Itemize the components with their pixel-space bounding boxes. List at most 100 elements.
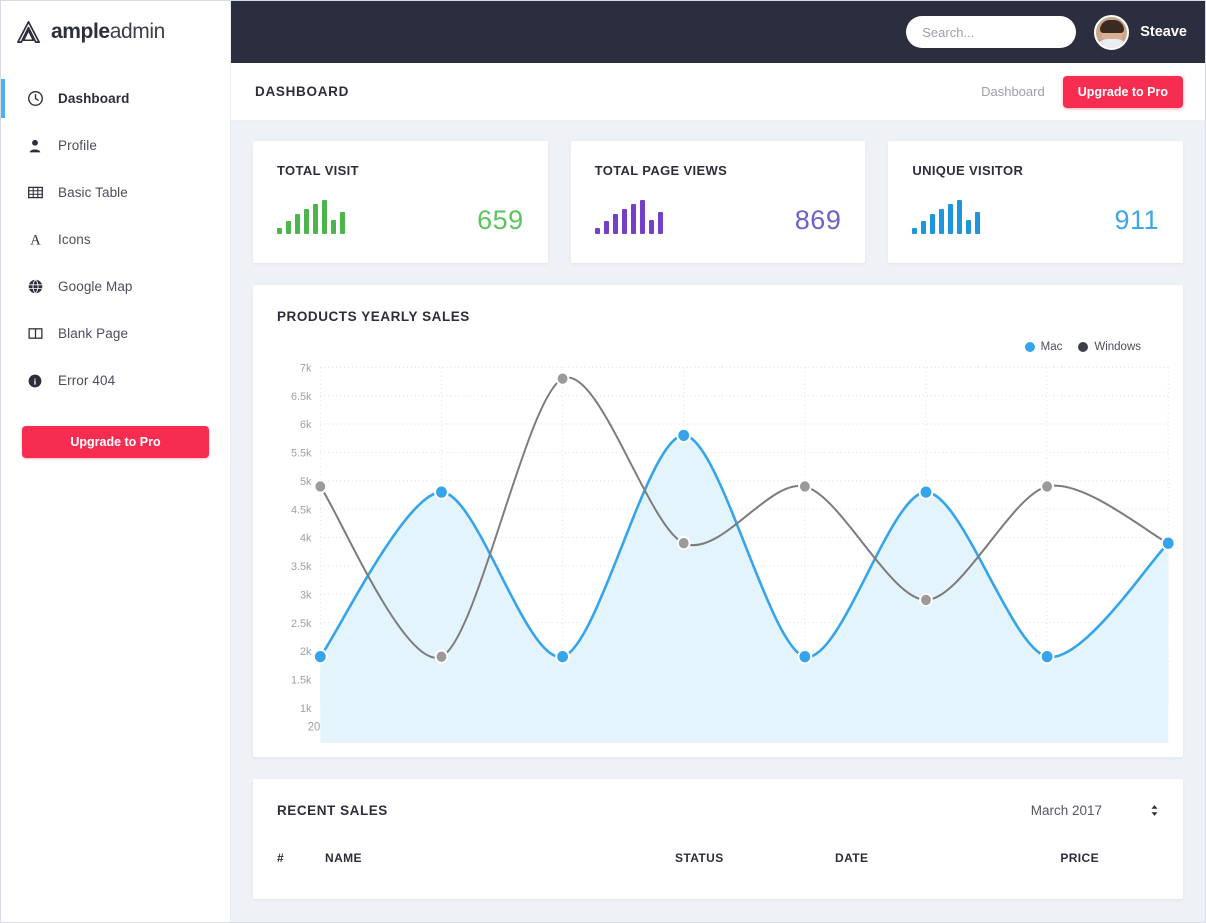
page-header: DASHBOARD Dashboard Upgrade to Pro — [231, 63, 1205, 121]
avatar — [1094, 14, 1130, 50]
sidebar-upgrade-to-pro-button[interactable]: Upgrade to Pro — [22, 426, 209, 458]
sidebar: ampleadmin Dashboard Profile Basic Table… — [1, 1, 231, 922]
svg-text:1.5k: 1.5k — [291, 674, 312, 686]
sparkline-chart — [912, 200, 981, 234]
stat-card-title: UNIQUE VISITOR — [912, 163, 1024, 178]
sparkline-bar — [657, 212, 663, 234]
sidebar-item-label: Icons — [58, 232, 91, 247]
svg-text:A: A — [30, 233, 41, 248]
sparkline-bar — [930, 214, 936, 234]
svg-text:6k: 6k — [300, 419, 312, 431]
user-menu[interactable]: Steave — [1094, 14, 1187, 50]
sidebar-item-basic-table[interactable]: Basic Table — [1, 169, 230, 216]
search-box[interactable] — [906, 16, 1119, 48]
sidebar-item-google-map[interactable]: Google Map — [1, 263, 230, 310]
sparkline-bar — [286, 221, 291, 234]
sidebar-item-blank-page[interactable]: Blank Page — [1, 310, 230, 357]
sales-table-header: # NAME STATUS DATE PRICE — [277, 851, 1159, 865]
column-header-price: PRICE — [1060, 851, 1099, 865]
svg-text:4.5k: 4.5k — [291, 504, 312, 516]
columns-icon — [26, 325, 44, 343]
main-column: Steave DASHBOARD Dashboard Upgrade to Pr… — [231, 1, 1205, 922]
month-select[interactable]: March 2017 — [1031, 803, 1159, 818]
breadcrumb[interactable]: Dashboard — [981, 84, 1045, 99]
month-select-value: March 2017 — [1030, 803, 1102, 818]
legend-item-windows[interactable]: Windows — [1078, 341, 1141, 353]
sidebar-item-profile[interactable]: Profile — [1, 122, 230, 169]
sparkline-bar — [304, 209, 309, 234]
sidebar-item-label: Profile — [58, 138, 97, 153]
upgrade-to-pro-button[interactable]: Upgrade to Pro — [1062, 75, 1183, 108]
svg-text:7k: 7k — [300, 362, 312, 374]
sparkline-bar — [295, 214, 300, 234]
globe-icon — [26, 278, 44, 296]
sidebar-item-label: Blank Page — [58, 326, 129, 341]
stat-card-value: 869 — [794, 205, 842, 235]
brand-logo[interactable]: ampleadmin — [1, 1, 230, 63]
sparkline-bar — [322, 200, 327, 234]
admin-dashboard-window: ampleadmin Dashboard Profile Basic Table… — [0, 0, 1206, 923]
sidebar-nav: Dashboard Profile Basic Table A Icons Go… — [1, 63, 230, 404]
svg-text:4k: 4k — [300, 532, 312, 544]
column-header-index: # — [277, 851, 285, 865]
stat-card-total-visit: TOTAL VISIT 659 — [253, 141, 548, 263]
sparkline-bar — [612, 214, 618, 234]
svg-text:6.5k: 6.5k — [291, 391, 312, 403]
sparkline-bar — [912, 228, 918, 234]
stat-cards-row: TOTAL VISIT 659 TOTAL PAGE VIEWS 869 UNI… — [253, 141, 1184, 263]
sidebar-item-label: Error 404 — [58, 373, 116, 388]
stat-card-title: TOTAL VISIT — [277, 163, 359, 178]
sparkline-bar — [331, 220, 336, 234]
line-chart-svg: 7k6.5k6k5.5k5k4.5k4k3.5k3k2.5k2k1.5k1k20… — [291, 362, 1176, 743]
svg-text:2k: 2k — [300, 646, 312, 658]
sparkline-bar — [340, 212, 345, 234]
brand-light: admin — [109, 20, 166, 43]
brand-bold: ample — [51, 20, 110, 43]
info-icon: i — [26, 372, 44, 390]
column-header-status: STATUS — [675, 851, 724, 865]
sparkline-bar — [630, 204, 636, 234]
svg-text:1k: 1k — [300, 703, 312, 715]
svg-text:5.5k: 5.5k — [291, 447, 312, 459]
sidebar-item-label: Google Map — [58, 279, 133, 294]
sparkline-bar — [594, 228, 600, 234]
chart-plot-area: 7k6.5k6k5.5k5k4.5k4k3.5k3k2.5k2k1.5k1k20… — [277, 357, 1183, 749]
sidebar-item-icons[interactable]: A Icons — [1, 216, 230, 263]
sparkline-chart — [594, 200, 663, 234]
page-header-right: Dashboard Upgrade to Pro — [981, 75, 1183, 108]
letter-a-icon: A — [26, 231, 44, 249]
brand-text: ampleadmin — [51, 20, 165, 44]
chart-title: PRODUCTS YEARLY SALES — [277, 309, 470, 324]
topbar: Steave — [231, 1, 1205, 63]
sidebar-item-dashboard[interactable]: Dashboard — [1, 75, 230, 122]
legend-label: Mac — [1040, 341, 1063, 353]
sparkline-bar — [975, 212, 981, 234]
sparkline-bar — [621, 209, 627, 234]
legend-label: Windows — [1094, 341, 1141, 353]
table-icon — [26, 184, 44, 202]
sidebar-item-error-404[interactable]: i Error 404 — [1, 357, 230, 404]
legend-color-swatch — [1078, 342, 1089, 352]
legend-color-swatch — [1024, 342, 1035, 352]
sparkline-bar — [948, 204, 954, 234]
recent-sales-title: RECENT SALES — [277, 803, 388, 818]
content-area: TOTAL VISIT 659 TOTAL PAGE VIEWS 869 UNI… — [231, 121, 1205, 922]
svg-text:3.5k: 3.5k — [291, 561, 312, 573]
column-header-name: NAME — [325, 851, 362, 865]
triangle-logo-icon — [15, 19, 42, 46]
svg-text:2.5k: 2.5k — [291, 618, 312, 630]
stepper-icon[interactable] — [1150, 804, 1159, 817]
search-input[interactable] — [922, 24, 1099, 40]
stat-card-value: 911 — [1114, 205, 1160, 235]
recent-sales-header: RECENT SALES March 2017 — [277, 803, 1159, 818]
column-header-date: DATE — [835, 851, 869, 865]
sidebar-item-label: Basic Table — [58, 185, 128, 200]
stat-card-title: TOTAL PAGE VIEWS — [594, 163, 728, 178]
products-yearly-sales-card: PRODUCTS YEARLY SALES Mac Windows 7k 6.5k… — [253, 285, 1183, 757]
stat-card-value: 659 — [477, 205, 524, 235]
sidebar-item-label: Dashboard — [58, 91, 130, 106]
legend-item-mac[interactable]: Mac — [1024, 341, 1063, 353]
sparkline-bar — [639, 200, 645, 234]
page-title: DASHBOARD — [255, 84, 350, 99]
user-name: Steave — [1140, 24, 1187, 40]
